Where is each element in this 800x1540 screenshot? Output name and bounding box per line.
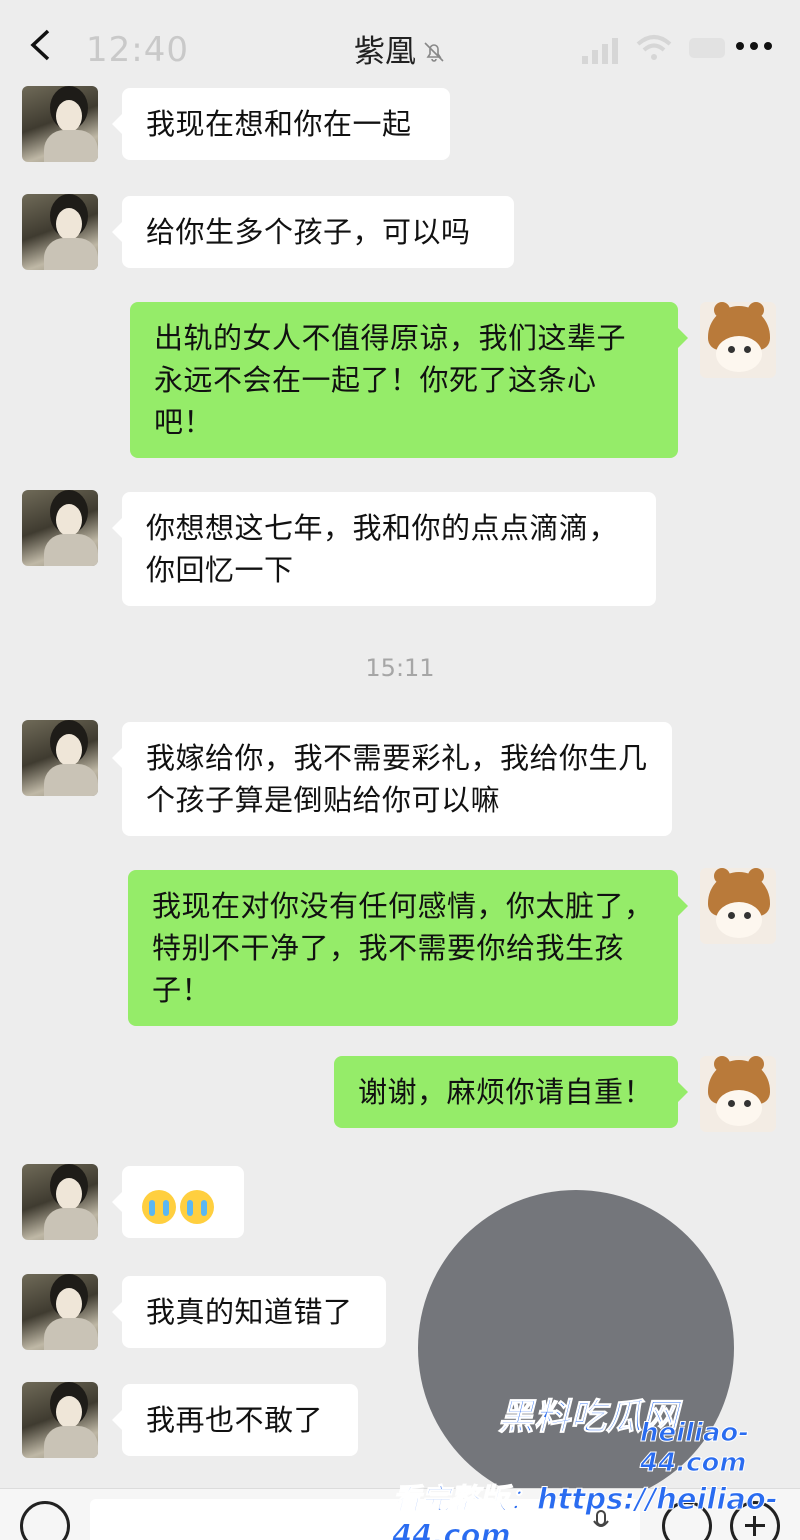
contact-avatar[interactable] <box>22 1274 98 1350</box>
message-bubble-incoming[interactable]: 我再也不敢了 <box>112 1384 358 1456</box>
message-bubble-incoming[interactable] <box>112 1166 244 1238</box>
message-bubble-incoming[interactable]: 给你生多个孩子，可以吗 <box>112 196 514 268</box>
bell-off-icon <box>424 42 444 62</box>
wifi-icon <box>636 35 672 60</box>
chat-header: 12:40 紫凰 <box>0 0 800 88</box>
message-bubble-incoming[interactable]: 我现在想和你在一起 <box>112 88 450 160</box>
crying-face-emoji-icon <box>142 1190 176 1224</box>
message-bubble-outgoing[interactable]: 出轨的女人不值得原谅，我们这辈子永远不会在一起了！你死了这条心吧！ <box>130 302 688 458</box>
my-avatar[interactable] <box>700 868 776 944</box>
contact-avatar[interactable] <box>22 720 98 796</box>
contact-avatar[interactable] <box>22 1164 98 1240</box>
message-bubble-incoming[interactable]: 我真的知道错了 <box>112 1276 386 1348</box>
contact-avatar[interactable] <box>22 490 98 566</box>
watermark-footer: 看完整版：https://heiliao-44.com <box>392 1482 779 1540</box>
message-bubble-incoming[interactable]: 我嫁给你，我不需要彩礼，我给你生几个孩子算是倒贴给你可以嘛 <box>112 722 672 836</box>
message-bubble-outgoing[interactable]: 我现在对你没有任何感情，你太脏了，特别不干净了，我不需要你给我生孩子！ <box>128 870 688 1026</box>
voice-icon[interactable] <box>20 1501 70 1540</box>
contact-name: 紫凰 <box>354 34 416 70</box>
message-bubble-outgoing[interactable]: 谢谢，麻烦你请自重！ <box>334 1056 688 1128</box>
watermark-url: heiliao-44.com <box>640 1418 750 1479</box>
battery-icon <box>689 38 725 58</box>
my-avatar[interactable] <box>700 302 776 378</box>
crying-face-emoji-icon <box>180 1190 214 1224</box>
my-avatar[interactable] <box>700 1056 776 1132</box>
message-bubble-incoming[interactable]: 你想想这七年，我和你的点点滴滴，你回忆一下 <box>112 492 656 606</box>
chat-title: 紫凰 <box>0 26 800 71</box>
signal-icon <box>582 38 618 64</box>
chat-timestamp: 15:11 <box>365 654 435 682</box>
contact-avatar[interactable] <box>22 1382 98 1458</box>
more-dots-icon[interactable] <box>734 40 774 52</box>
contact-avatar[interactable] <box>22 86 98 162</box>
contact-avatar[interactable] <box>22 194 98 270</box>
